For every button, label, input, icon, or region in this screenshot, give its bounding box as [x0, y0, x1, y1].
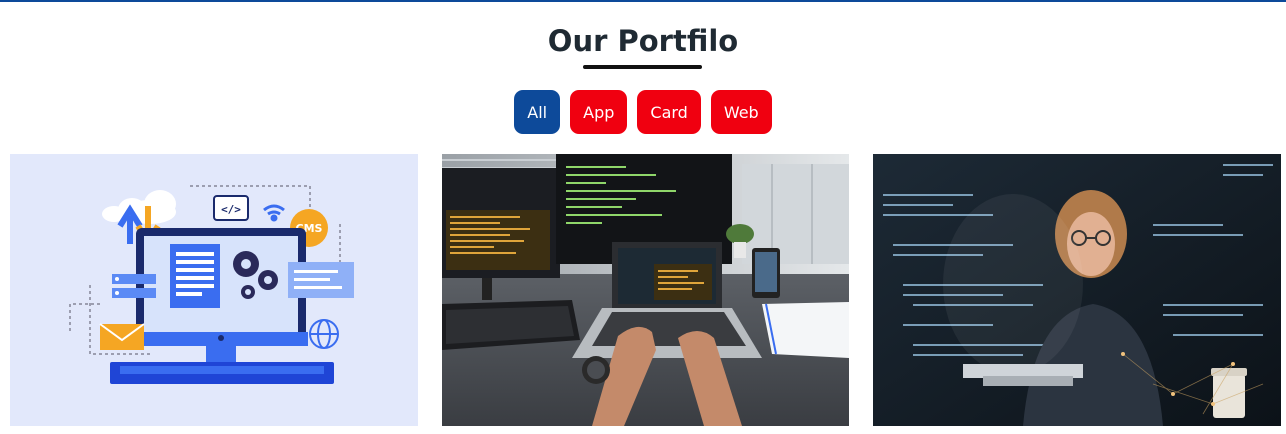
- filter-all-button[interactable]: All: [514, 90, 561, 134]
- portfolio-item-woman-coding[interactable]: [873, 154, 1281, 426]
- filter-web-button[interactable]: Web: [710, 90, 772, 134]
- portfolio-filters: All App Card Web: [0, 90, 1286, 134]
- filter-card-button[interactable]: Card: [637, 90, 701, 134]
- title-underline: [583, 65, 702, 69]
- developer-laptop-photo: [442, 154, 849, 426]
- portfolio-gallery: </> CMS: [0, 154, 1286, 434]
- coffee-cup: [1211, 368, 1247, 418]
- browser-panel-right: [288, 262, 354, 298]
- portfolio-item-web-illustration[interactable]: </> CMS: [10, 154, 418, 426]
- phone: [752, 248, 780, 298]
- page-title: Our Portfilo: [547, 24, 739, 58]
- code-window-icon: </>: [213, 195, 249, 221]
- document-icon: [170, 244, 220, 308]
- woman-coding-night-photo: [873, 154, 1281, 426]
- portfolio-item-developer-laptop[interactable]: [442, 154, 849, 426]
- svg-text:</>: </>: [221, 203, 241, 216]
- web-development-illustration: </> CMS: [10, 154, 418, 426]
- top-border: [0, 0, 1286, 2]
- mail-icon: [99, 323, 145, 350]
- filter-app-button[interactable]: App: [570, 90, 628, 134]
- notebook: [762, 302, 849, 358]
